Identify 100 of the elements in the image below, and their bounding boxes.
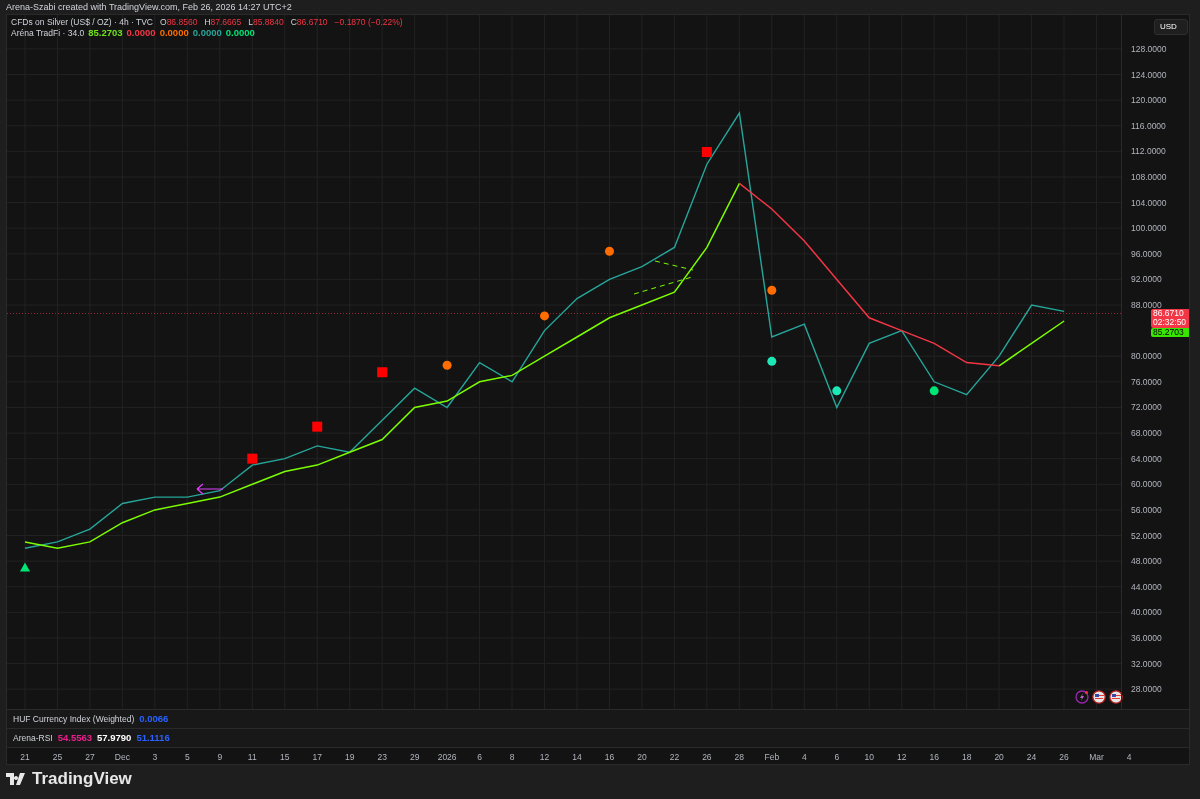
ohlc-value: C86.6710 — [290, 17, 328, 28]
axis-label: 48.0000 — [1131, 554, 1162, 568]
axis-label: 18 — [961, 751, 972, 764]
axis-label: 64.0000 — [1131, 452, 1162, 466]
axis-label: 96.0000 — [1131, 247, 1162, 261]
axis-label: 28 — [734, 751, 745, 764]
axis-label: 12 — [539, 751, 550, 764]
ohlc-value: L85.8840 — [248, 17, 284, 28]
pane-title: HUF Currency Index (Weighted) — [13, 712, 135, 726]
axis-label: 128.0000 — [1131, 42, 1167, 56]
currency-button[interactable]: USD — [1154, 19, 1188, 35]
price-tag: 85.2703 — [1151, 327, 1189, 337]
axis-label: 27 — [85, 751, 95, 764]
axis-label: 12 — [896, 751, 907, 764]
ohlc-value: O86.8560 — [160, 17, 198, 28]
axis-label: 40.0000 — [1131, 605, 1162, 619]
indicator-value: 0.0000 — [159, 27, 189, 38]
axis-label: 21 — [20, 751, 30, 764]
signal-marker — [312, 421, 323, 432]
axis-label: 88.0000 — [1131, 298, 1162, 310]
indicator-value: 0.0000 — [225, 27, 255, 38]
axis-label: 29 — [409, 751, 420, 764]
axis-label: 20 — [637, 751, 647, 764]
attribution-text: Arena-Szabi created with TradingView.com, Feb 26, 2026 14:27 UTC+2 — [6, 2, 292, 12]
axis-label: 26 — [702, 751, 712, 764]
axis-label: 16 — [929, 751, 939, 764]
axis-label: 17 — [312, 751, 322, 764]
axis-label: 11 — [247, 751, 257, 764]
axis-label: 16 — [604, 751, 615, 764]
axis-label: 9 — [217, 751, 223, 764]
axis-label: 3 — [152, 751, 158, 764]
flag-icon[interactable] — [1109, 690, 1123, 704]
axis-label: 76.0000 — [1131, 375, 1162, 389]
pane-value: 51.1116 — [136, 730, 170, 745]
axis-label: 4 — [1126, 751, 1132, 764]
axis-label: Dec — [114, 751, 130, 764]
axis-label: 60.0000 — [1131, 477, 1162, 491]
axis-label: Mar — [1089, 751, 1104, 764]
axis-label: 10 — [864, 751, 874, 764]
axis-label: 100.0000 — [1131, 221, 1167, 235]
axis-label: 6 — [477, 751, 482, 764]
signal-marker — [767, 356, 777, 366]
axis-label: 28.0000 — [1131, 682, 1162, 696]
signal-marker — [929, 386, 939, 396]
axis-label: 72.0000 — [1131, 401, 1162, 414]
brand-name: TradingView — [32, 768, 132, 791]
axis-label: 6 — [834, 751, 840, 764]
axis-label: 112.0000 — [1131, 145, 1166, 158]
axis-label: 20 — [994, 751, 1004, 764]
pane-value: 54.5563 — [57, 730, 93, 745]
axis-label: 25 — [52, 751, 63, 764]
axis-label: 108.0000 — [1131, 170, 1167, 184]
axis-label: 44.0000 — [1131, 580, 1162, 594]
axis-label: 22 — [669, 751, 680, 764]
axis-label: 68.0000 — [1131, 426, 1162, 440]
logo-icon — [6, 772, 28, 786]
axis-label: 36.0000 — [1131, 631, 1162, 645]
indicator-value: 0.0000 — [126, 27, 156, 38]
axis-label: 24 — [1026, 751, 1037, 764]
axis-label: 116.0000 — [1131, 119, 1166, 133]
axis-label: 32.0000 — [1131, 657, 1162, 670]
axis-label: 26 — [1059, 751, 1069, 764]
lightning-icon[interactable] — [1075, 690, 1089, 704]
axis-label: Feb — [764, 751, 780, 764]
symbol-title: CFDs on Silver (US$ / OZ) · 4h · TVC — [11, 17, 153, 28]
axis-label: 92.0000 — [1131, 273, 1162, 286]
signal-marker — [832, 386, 842, 396]
axis-label: 80.0000 — [1131, 349, 1162, 363]
axis-label: 5 — [185, 751, 190, 764]
indicator-value: 85.2703 — [88, 27, 123, 38]
ohlc-value: H87.6665 — [204, 17, 242, 28]
signal-marker — [767, 285, 777, 295]
signal-marker — [604, 246, 614, 256]
axis-label: 124.0000 — [1131, 68, 1167, 81]
axis-label: 19 — [344, 751, 355, 764]
flag-icon[interactable] — [1092, 690, 1106, 704]
indicator-name: Aréna TradFi · 34.0 — [11, 27, 85, 38]
axis-label: 104.0000 — [1131, 196, 1167, 209]
axis-label: 8 — [509, 751, 515, 764]
signal-marker — [701, 147, 712, 157]
axis-label: 52.0000 — [1131, 529, 1162, 542]
pane-value: 57.9790 — [97, 730, 132, 745]
signal-marker — [20, 562, 30, 572]
axis-label: 56.0000 — [1131, 503, 1162, 517]
pane-title: Arena-RSI — [13, 731, 53, 745]
axis-label: 4 — [801, 751, 807, 764]
signal-marker — [442, 360, 452, 370]
pattern-drawing — [633, 260, 694, 295]
signal-marker — [377, 367, 388, 378]
price-tag: 86.6710 02:32:50 — [1151, 308, 1189, 328]
signal-marker — [247, 453, 258, 464]
signal-marker — [540, 311, 550, 321]
axis-label: 23 — [377, 751, 387, 764]
axis-label: 2026 — [437, 751, 457, 764]
arrow-drawing — [196, 483, 224, 495]
axis-label: 120.0000 — [1131, 93, 1167, 107]
pane-value: 0.0066 — [139, 711, 169, 726]
price-change: −0.1870 (−0.22%) — [334, 17, 403, 28]
axis-label: 15 — [280, 751, 290, 764]
indicator-value: 0.0000 — [192, 27, 222, 38]
